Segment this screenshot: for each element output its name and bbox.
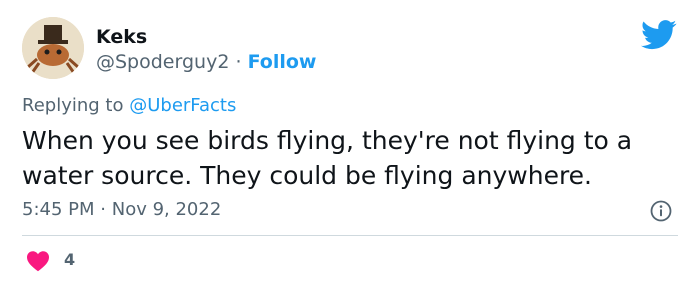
tweet-text: When you see birds flying, they're not f… <box>22 126 633 190</box>
display-name[interactable]: Keks <box>96 26 147 48</box>
reply-prefix: Replying to <box>22 95 124 116</box>
tweet-card: Keks @Spoderguy2 · Follow Replying to @U… <box>0 0 700 288</box>
info-icon[interactable] <box>650 200 672 222</box>
divider <box>22 235 678 236</box>
avatar-image <box>22 17 84 79</box>
user-handle[interactable]: @Spoderguy2 <box>96 51 229 73</box>
separator-dot: · <box>235 51 242 73</box>
reply-mention-link[interactable]: @UberFacts <box>129 95 236 116</box>
avatar[interactable] <box>22 17 84 79</box>
like-count: 4 <box>64 250 76 269</box>
reply-context: Replying to @UberFacts <box>22 95 236 117</box>
follow-button[interactable]: Follow <box>248 51 317 73</box>
separator-dot: · <box>100 199 106 220</box>
handle-line: @Spoderguy2 · Follow <box>96 51 316 73</box>
twitter-bird-icon[interactable] <box>641 20 677 50</box>
tweet-date: Nov 9, 2022 <box>111 199 222 220</box>
tweet-time: 5:45 PM <box>22 199 95 220</box>
heart-icon[interactable] <box>26 250 50 272</box>
timestamp[interactable]: 5:45 PM · Nov 9, 2022 <box>22 199 221 221</box>
